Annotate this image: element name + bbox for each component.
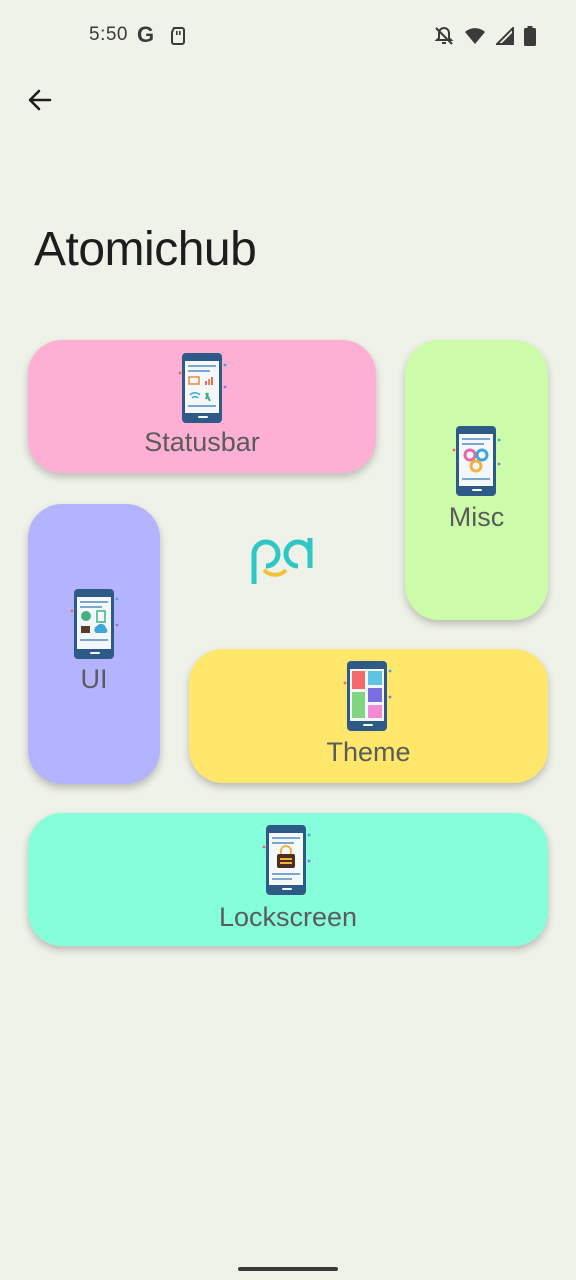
tile-statusbar[interactable]: Statusbar xyxy=(28,340,376,473)
tile-ui-label: UI xyxy=(80,664,108,694)
tile-lockscreen[interactable]: Lockscreen xyxy=(28,813,548,946)
phone-theme-icon xyxy=(343,661,392,731)
page-title: Atomichub xyxy=(34,223,257,276)
status-bar: 5:50 G xyxy=(0,0,576,72)
arrow-back-icon xyxy=(28,89,52,111)
tile-misc[interactable]: Misc xyxy=(405,340,548,620)
phone-ui-icon xyxy=(70,589,119,659)
phone-misc-icon xyxy=(452,426,501,496)
sd-card-icon xyxy=(171,27,185,45)
pd-logo xyxy=(251,538,313,584)
tile-misc-label: Misc xyxy=(448,502,505,532)
tile-theme-label: Theme xyxy=(326,737,411,767)
tile-statusbar-label: Statusbar xyxy=(144,427,260,457)
gesture-nav-handle[interactable] xyxy=(238,1267,338,1271)
phone-statusbar-icon xyxy=(178,353,227,423)
battery-icon xyxy=(524,26,536,46)
google-g-icon: G xyxy=(137,22,155,47)
phone-lockscreen-icon xyxy=(262,825,311,895)
tile-lockscreen-label: Lockscreen xyxy=(218,902,358,932)
wifi-icon xyxy=(465,28,485,44)
tile-theme[interactable]: Theme xyxy=(189,649,548,783)
status-time: 5:50 xyxy=(89,24,128,45)
tile-ui[interactable]: UI xyxy=(28,504,160,784)
signal-icon xyxy=(496,27,514,45)
back-button[interactable] xyxy=(22,82,58,118)
notifications-off-icon xyxy=(434,26,454,45)
